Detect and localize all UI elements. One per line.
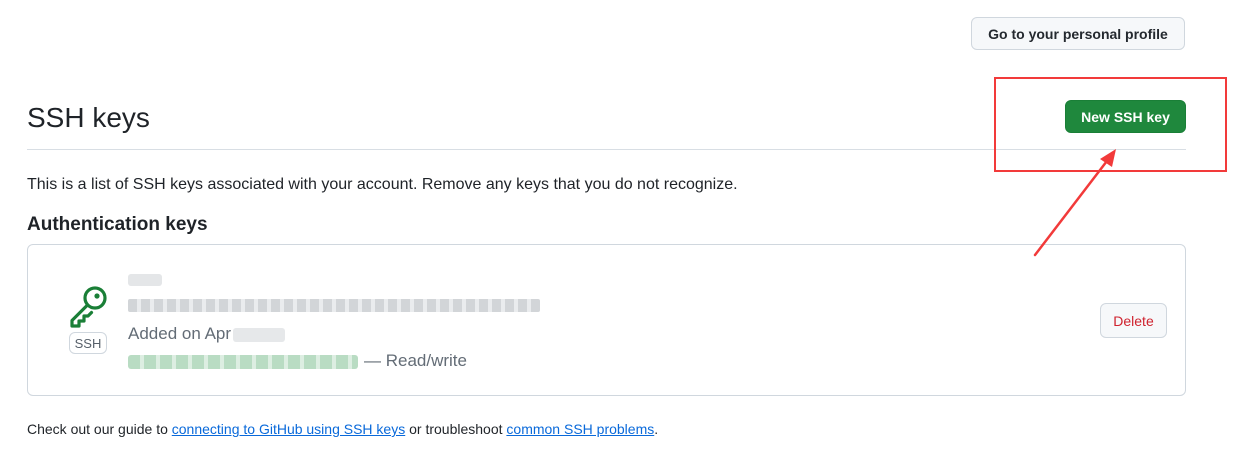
annotation-arrow-icon xyxy=(1033,149,1116,257)
key-added-date-redacted xyxy=(233,327,286,342)
page-title: SSH keys xyxy=(27,102,150,133)
key-icon xyxy=(70,286,107,328)
key-title-redacted xyxy=(128,274,162,286)
connecting-ssh-guide-link[interactable]: connecting to GitHub using SSH keys xyxy=(172,421,405,437)
key-last-used: — Read/write xyxy=(128,350,467,372)
footer-middle: or troubleshoot xyxy=(405,421,507,437)
key-added-date: Added on Apr xyxy=(128,323,286,345)
key-added-label: Added on Apr xyxy=(128,324,232,343)
authentication-keys-heading: Authentication keys xyxy=(27,214,208,235)
go-to-profile-button[interactable]: Go to your personal profile xyxy=(971,17,1185,50)
footer-suffix: . xyxy=(654,421,659,437)
ssh-key-list: SSH Added on Apr — Read/write Delete xyxy=(27,244,1186,396)
footer-help-text: Check out our guide to connecting to Git… xyxy=(27,419,658,439)
footer-prefix: Check out our guide to xyxy=(27,421,172,437)
delete-key-button[interactable]: Delete xyxy=(1100,303,1167,338)
page-description: This is a list of SSH keys associated wi… xyxy=(27,176,738,193)
key-last-used-redacted xyxy=(128,354,358,369)
common-ssh-problems-link[interactable]: common SSH problems xyxy=(506,421,654,437)
key-fingerprint-redacted xyxy=(128,299,540,312)
key-access-level: — Read/write xyxy=(364,351,467,370)
ssh-type-badge: SSH xyxy=(69,332,107,354)
